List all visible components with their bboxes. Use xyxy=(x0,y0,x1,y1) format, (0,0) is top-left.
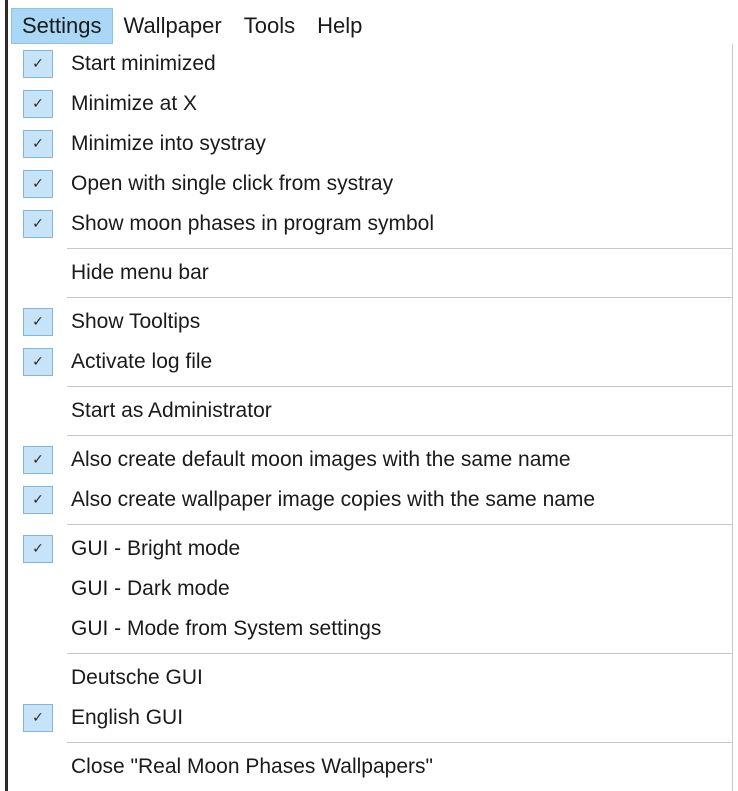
menu-item-label: Also create wallpaper image copies with … xyxy=(71,488,596,511)
checkmark-icon: ✓ xyxy=(23,535,53,563)
window-left-edge xyxy=(0,0,8,791)
menu-item[interactable]: ✓ Also create wallpaper image copies with… xyxy=(11,480,733,520)
menu-separator xyxy=(67,653,733,654)
menu-item[interactable]: ✓ Open with single click from systray xyxy=(11,164,733,204)
checkmark-icon: ✓ xyxy=(23,90,53,118)
menu-bar: Settings Wallpaper Tools Help xyxy=(11,8,732,44)
menu-item[interactable]: Close "Real Moon Phases Wallpapers" xyxy=(11,747,733,787)
menu-item-label: Hide menu bar xyxy=(71,261,209,284)
menu-item[interactable]: ✓ Show moon phases in program symbol xyxy=(11,204,733,244)
menu-separator xyxy=(67,386,733,387)
checkmark-icon: ✓ xyxy=(23,308,53,336)
menubar-item-tools[interactable]: Tools xyxy=(233,8,306,44)
menu-item-label: Close "Real Moon Phases Wallpapers" xyxy=(71,755,433,778)
menu-item[interactable]: ✓ Minimize into systray xyxy=(11,124,733,164)
settings-dropdown-menu: ✓ Start minimized ✓ Minimize at X ✓ Minimize … xyxy=(11,44,733,791)
menu-item-label: Minimize at X xyxy=(71,92,198,115)
menu-item[interactable]: GUI - Mode from System settings xyxy=(11,609,733,649)
menu-item-label: Minimize into systray xyxy=(71,132,266,155)
menu-item-label: Show moon phases in program symbol xyxy=(71,212,435,235)
menu-separator xyxy=(67,742,733,743)
menu-item-label: GUI - Mode from System settings xyxy=(71,617,382,640)
menu-separator xyxy=(67,524,733,525)
menu-item[interactable]: Start as Administrator xyxy=(11,391,733,431)
menu-item[interactable]: GUI - Dark mode xyxy=(11,569,733,609)
menu-item-label: Start as Administrator xyxy=(71,399,272,422)
menu-item[interactable]: Hide menu bar xyxy=(11,253,733,293)
menu-item[interactable]: ✓ Start minimized xyxy=(11,44,733,84)
checkmark-icon: ✓ xyxy=(23,210,53,238)
menu-item-label: Open with single click from systray xyxy=(71,172,394,195)
checkmark-icon: ✓ xyxy=(23,446,53,474)
menu-item-label: GUI - Bright mode xyxy=(71,537,241,560)
menu-item-label: Also create default moon images with the… xyxy=(71,448,571,471)
menu-item-label: English GUI xyxy=(71,706,184,729)
menu-separator xyxy=(67,248,733,249)
menu-item[interactable]: ✓ Activate log file xyxy=(11,342,733,382)
menubar-item-help[interactable]: Help xyxy=(306,8,373,44)
checkmark-icon: ✓ xyxy=(23,170,53,198)
checkmark-icon: ✓ xyxy=(23,50,53,78)
checkmark-icon: ✓ xyxy=(23,348,53,376)
menu-item-label: Start minimized xyxy=(71,52,216,75)
menubar-item-wallpaper[interactable]: Wallpaper xyxy=(113,8,233,44)
menu-item[interactable]: ✓ English GUI xyxy=(11,698,733,738)
checkmark-icon: ✓ xyxy=(23,486,53,514)
menu-item[interactable]: ✓ Minimize at X xyxy=(11,84,733,124)
menu-item[interactable]: Deutsche GUI xyxy=(11,658,733,698)
menu-item[interactable]: ✓ Also create default moon images with th… xyxy=(11,440,733,480)
menu-item[interactable]: ✓ Show Tooltips xyxy=(11,302,733,342)
menu-item-label: Activate log file xyxy=(71,350,213,373)
menubar-item-settings[interactable]: Settings xyxy=(11,8,113,44)
menu-item-label: Show Tooltips xyxy=(71,310,201,333)
checkmark-icon: ✓ xyxy=(23,704,53,732)
menu-item-label: GUI - Dark mode xyxy=(71,577,230,600)
menu-separator xyxy=(67,297,733,298)
checkmark-icon: ✓ xyxy=(23,130,53,158)
menu-separator xyxy=(67,435,733,436)
menu-item[interactable]: ✓ GUI - Bright mode xyxy=(11,529,733,569)
menu-item-label: Deutsche GUI xyxy=(71,666,203,689)
menu-right-border xyxy=(732,44,733,791)
